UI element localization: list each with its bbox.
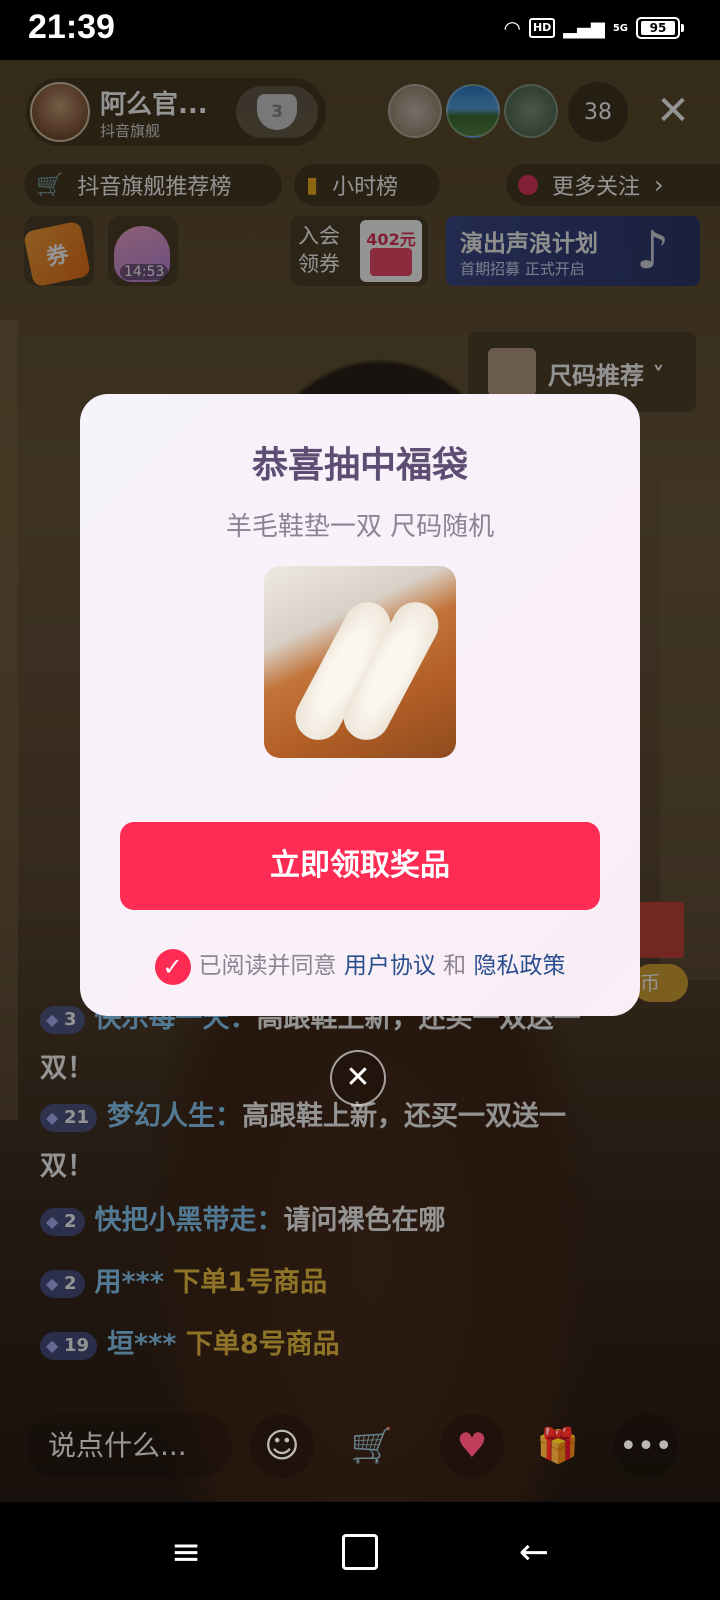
battery-level: 95 <box>641 21 675 35</box>
home-icon[interactable] <box>330 1522 390 1582</box>
privacy-policy-link[interactable]: 隐私政策 <box>473 953 565 979</box>
bottom-action-bar: 说点什么... ☺ 🛒 ♥ 🎁 ••• <box>0 1388 720 1500</box>
recent-apps-icon[interactable]: ≡ <box>156 1522 216 1582</box>
status-bar: 21:39 ◠ HD ▂▄▆ 5G 95 <box>0 0 720 60</box>
system-nav-bar: ≡ ← <box>0 1502 720 1600</box>
close-dialog-icon[interactable]: ✕ <box>330 1050 386 1106</box>
hd-icon: HD <box>528 18 556 38</box>
gift-icon[interactable]: 🎁 <box>526 1414 590 1478</box>
back-icon[interactable]: ← <box>504 1522 564 1582</box>
emoji-icon[interactable]: ☺ <box>250 1414 314 1478</box>
network-type: 5G <box>612 22 628 34</box>
claim-prize-button[interactable]: 立即领取奖品 <box>120 822 600 910</box>
shopping-cart-icon[interactable]: 🛒 <box>340 1414 404 1478</box>
comment-input[interactable]: 说点什么... <box>26 1414 232 1478</box>
battery-icon: 95 <box>636 17 684 39</box>
user-agreement-link[interactable]: 用户协议 <box>344 953 436 979</box>
clock: 21:39 <box>28 8 115 46</box>
signal-icon: ▂▄▆ <box>563 17 605 39</box>
agree-and: 和 <box>443 953 467 979</box>
more-icon[interactable]: ••• <box>614 1414 678 1478</box>
wifi-icon: ◠ <box>503 16 521 40</box>
agree-prefix: 已阅读并同意 <box>198 953 337 979</box>
status-icons: ◠ HD ▂▄▆ 5G 95 <box>503 16 684 40</box>
heart-gift-icon[interactable]: ♥ <box>440 1414 504 1478</box>
agreement-row: ✓ 已阅读并同意 用户协议 和 隐私政策 <box>80 946 640 985</box>
lucky-bag-result-dialog: 恭喜抽中福袋 羊毛鞋垫一双 尺码随机 立即领取奖品 ✓ 已阅读并同意 用户协议 和… <box>80 394 640 1016</box>
dialog-title: 恭喜抽中福袋 <box>251 445 468 486</box>
dialog-subtitle: 羊毛鞋垫一双 尺码随机 <box>225 512 495 542</box>
prize-image <box>264 566 456 758</box>
checkbox-checked-icon[interactable]: ✓ <box>154 948 191 985</box>
